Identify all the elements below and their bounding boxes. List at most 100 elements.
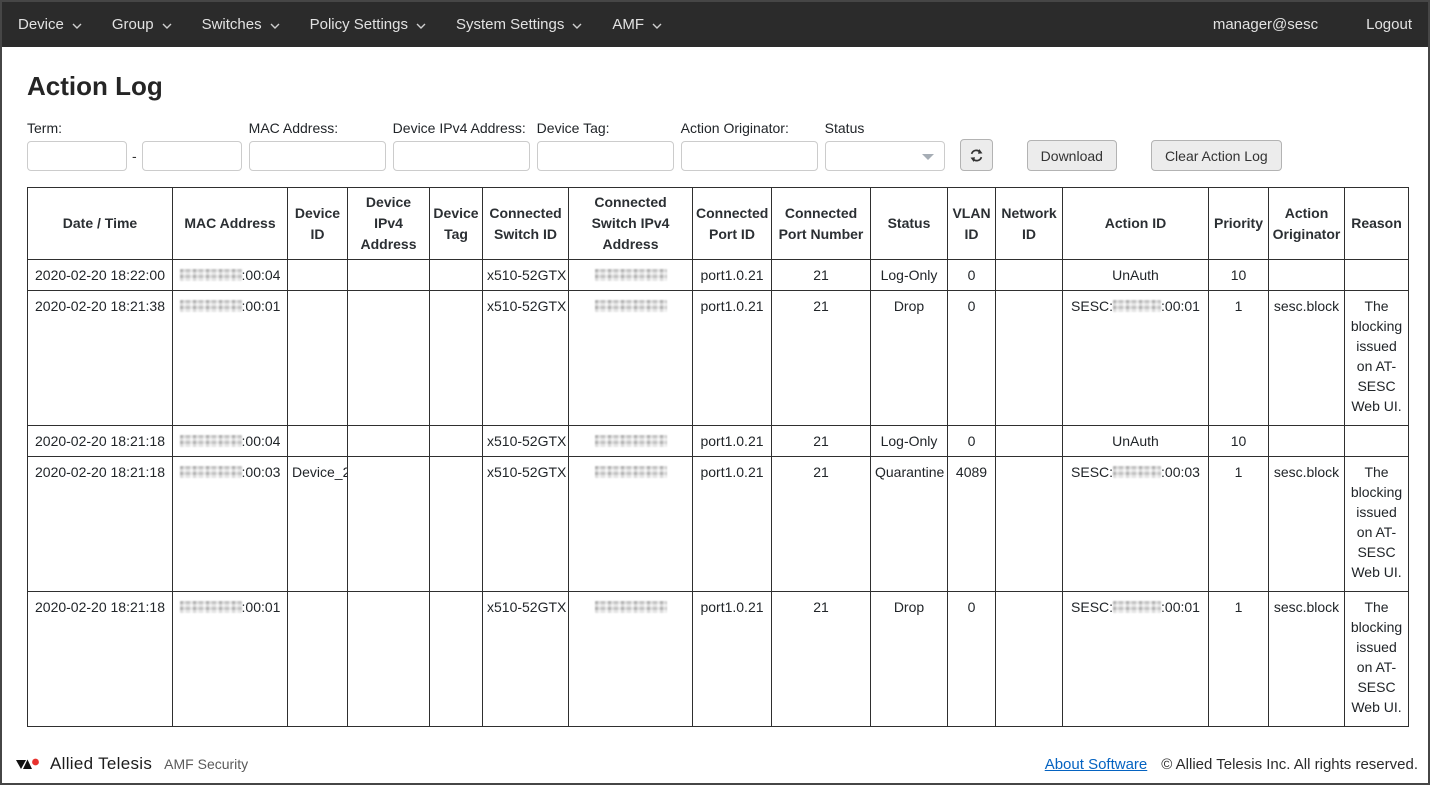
tag-filter-group: Device Tag: xyxy=(537,120,674,171)
redacted-text xyxy=(595,300,667,312)
table-cell: UnAuth xyxy=(1063,426,1209,457)
nav-menu-label: Policy Settings xyxy=(310,16,408,33)
brand-block: Allied Telesis AMF Security xyxy=(16,754,248,774)
col-header-connected-switch-ipv4: Connected Switch IPv4 Address xyxy=(569,188,693,260)
table-cell xyxy=(348,426,430,457)
table-cell: 21 xyxy=(772,291,871,426)
redacted-text xyxy=(595,435,667,447)
app-window: Device Group Switches Policy Settings Sy… xyxy=(0,0,1430,785)
col-header-connected-port-id: Connected Port ID xyxy=(693,188,772,260)
term-from-input[interactable] xyxy=(27,141,127,171)
table-cell xyxy=(569,260,693,291)
download-button[interactable]: Download xyxy=(1027,140,1117,171)
table-cell xyxy=(430,260,483,291)
term-to-input[interactable] xyxy=(142,141,242,171)
term-filter-group: Term: - xyxy=(27,120,242,171)
table-cell xyxy=(288,426,348,457)
table-row: 2020-02-20 18:21:38:00:01x510-52GTXport1… xyxy=(28,291,1409,426)
nav-menu-system-settings[interactable]: System Settings xyxy=(456,16,582,33)
table-row: 2020-02-20 18:22:00:00:04x510-52GTXport1… xyxy=(28,260,1409,291)
table-cell: 10 xyxy=(1209,260,1269,291)
table-cell: The blocking issued on AT-SESC Web UI. xyxy=(1345,592,1409,727)
table-cell: 2020-02-20 18:21:18 xyxy=(28,426,173,457)
table-row: 2020-02-20 18:21:18:00:03Device_2x510-52… xyxy=(28,457,1409,592)
col-header-reason: Reason xyxy=(1345,188,1409,260)
mac-filter-group: MAC Address: xyxy=(249,120,386,171)
nav-menu-label: AMF xyxy=(612,16,644,33)
navbar-right: manager@sesc Logout xyxy=(1213,16,1412,33)
table-cell xyxy=(430,457,483,592)
nav-menu-device[interactable]: Device xyxy=(18,16,82,33)
clear-action-log-button[interactable]: Clear Action Log xyxy=(1151,140,1282,171)
redacted-text xyxy=(180,269,242,281)
redacted-text xyxy=(595,601,667,613)
redacted-text xyxy=(1113,601,1161,613)
table-cell: :00:03 xyxy=(173,457,288,592)
table-cell xyxy=(430,426,483,457)
nav-menu-switches[interactable]: Switches xyxy=(202,16,280,33)
table-cell xyxy=(569,457,693,592)
col-header-mac-address: MAC Address xyxy=(173,188,288,260)
logout-link[interactable]: Logout xyxy=(1366,16,1412,33)
table-cell: x510-52GTX xyxy=(483,592,569,727)
status-label: Status xyxy=(825,120,945,136)
chevron-down-icon xyxy=(72,23,82,29)
action-originator-input[interactable] xyxy=(681,141,818,171)
footer-right: About Software © Allied Telesis Inc. All… xyxy=(1045,756,1418,773)
redacted-text xyxy=(1113,300,1161,312)
table-cell: Drop xyxy=(871,592,948,727)
product-name: AMF Security xyxy=(164,756,248,772)
log-table-body: 2020-02-20 18:22:00 :00:04 x510-52GTX port1… xyxy=(28,260,1409,727)
table-cell: :00:01 xyxy=(173,291,288,426)
redacted-text xyxy=(180,601,242,613)
redacted-text xyxy=(595,466,667,478)
table-cell: Log-Only xyxy=(871,260,948,291)
table-cell: 2020-02-20 18:21:38 xyxy=(28,291,173,426)
chevron-down-icon xyxy=(572,23,582,29)
status-select[interactable] xyxy=(825,141,945,171)
nav-menu-label: Switches xyxy=(202,16,262,33)
table-cell xyxy=(288,592,348,727)
main-content: Action Log Term: - MAC Address: Device I… xyxy=(2,71,1428,727)
table-cell: 21 xyxy=(772,457,871,592)
table-cell: The blocking issued on AT-SESC Web UI. xyxy=(1345,457,1409,592)
about-software-link[interactable]: About Software xyxy=(1045,756,1148,773)
col-header-action-originator: Action Originator xyxy=(1269,188,1345,260)
table-cell: SESC::00:01 xyxy=(1063,291,1209,426)
col-header-action-id: Action ID xyxy=(1063,188,1209,260)
table-cell: 1 xyxy=(1209,457,1269,592)
refresh-button[interactable] xyxy=(960,139,993,171)
table-cell xyxy=(288,260,348,291)
table-cell xyxy=(569,426,693,457)
table-cell: 2020-02-20 18:22:00 xyxy=(28,260,173,291)
status-filter-group: Status xyxy=(825,120,945,171)
nav-menu-amf[interactable]: AMF xyxy=(612,16,662,33)
device-ipv4-input[interactable] xyxy=(393,141,530,171)
table-cell: port1.0.21 xyxy=(693,457,772,592)
table-cell: 21 xyxy=(772,426,871,457)
table-cell: 2020-02-20 18:21:18 xyxy=(28,457,173,592)
dropdown-arrow-icon xyxy=(922,154,934,160)
redacted-text xyxy=(180,466,242,478)
originator-filter-group: Action Originator: xyxy=(681,120,818,171)
table-cell: :00:04 xyxy=(173,426,288,457)
table-cell: Quarantine xyxy=(871,457,948,592)
table-cell: 4089 xyxy=(948,457,996,592)
device-tag-input[interactable] xyxy=(537,141,674,171)
chevron-down-icon xyxy=(652,23,662,29)
table-cell xyxy=(996,260,1063,291)
page-title: Action Log xyxy=(27,71,1403,102)
term-separator: - xyxy=(132,148,137,164)
nav-menu-group[interactable]: Group xyxy=(112,16,172,33)
redacted-text xyxy=(1113,466,1161,478)
redacted-text xyxy=(180,300,242,312)
table-cell: 2020-02-20 18:21:18 xyxy=(28,592,173,727)
refresh-icon xyxy=(968,147,985,164)
table-cell: :00:01 xyxy=(173,592,288,727)
action-originator-label: Action Originator: xyxy=(681,120,818,136)
table-cell: port1.0.21 xyxy=(693,426,772,457)
table-cell: 0 xyxy=(948,592,996,727)
table-cell: 1 xyxy=(1209,291,1269,426)
mac-address-input[interactable] xyxy=(249,141,386,171)
nav-menu-policy-settings[interactable]: Policy Settings xyxy=(310,16,426,33)
